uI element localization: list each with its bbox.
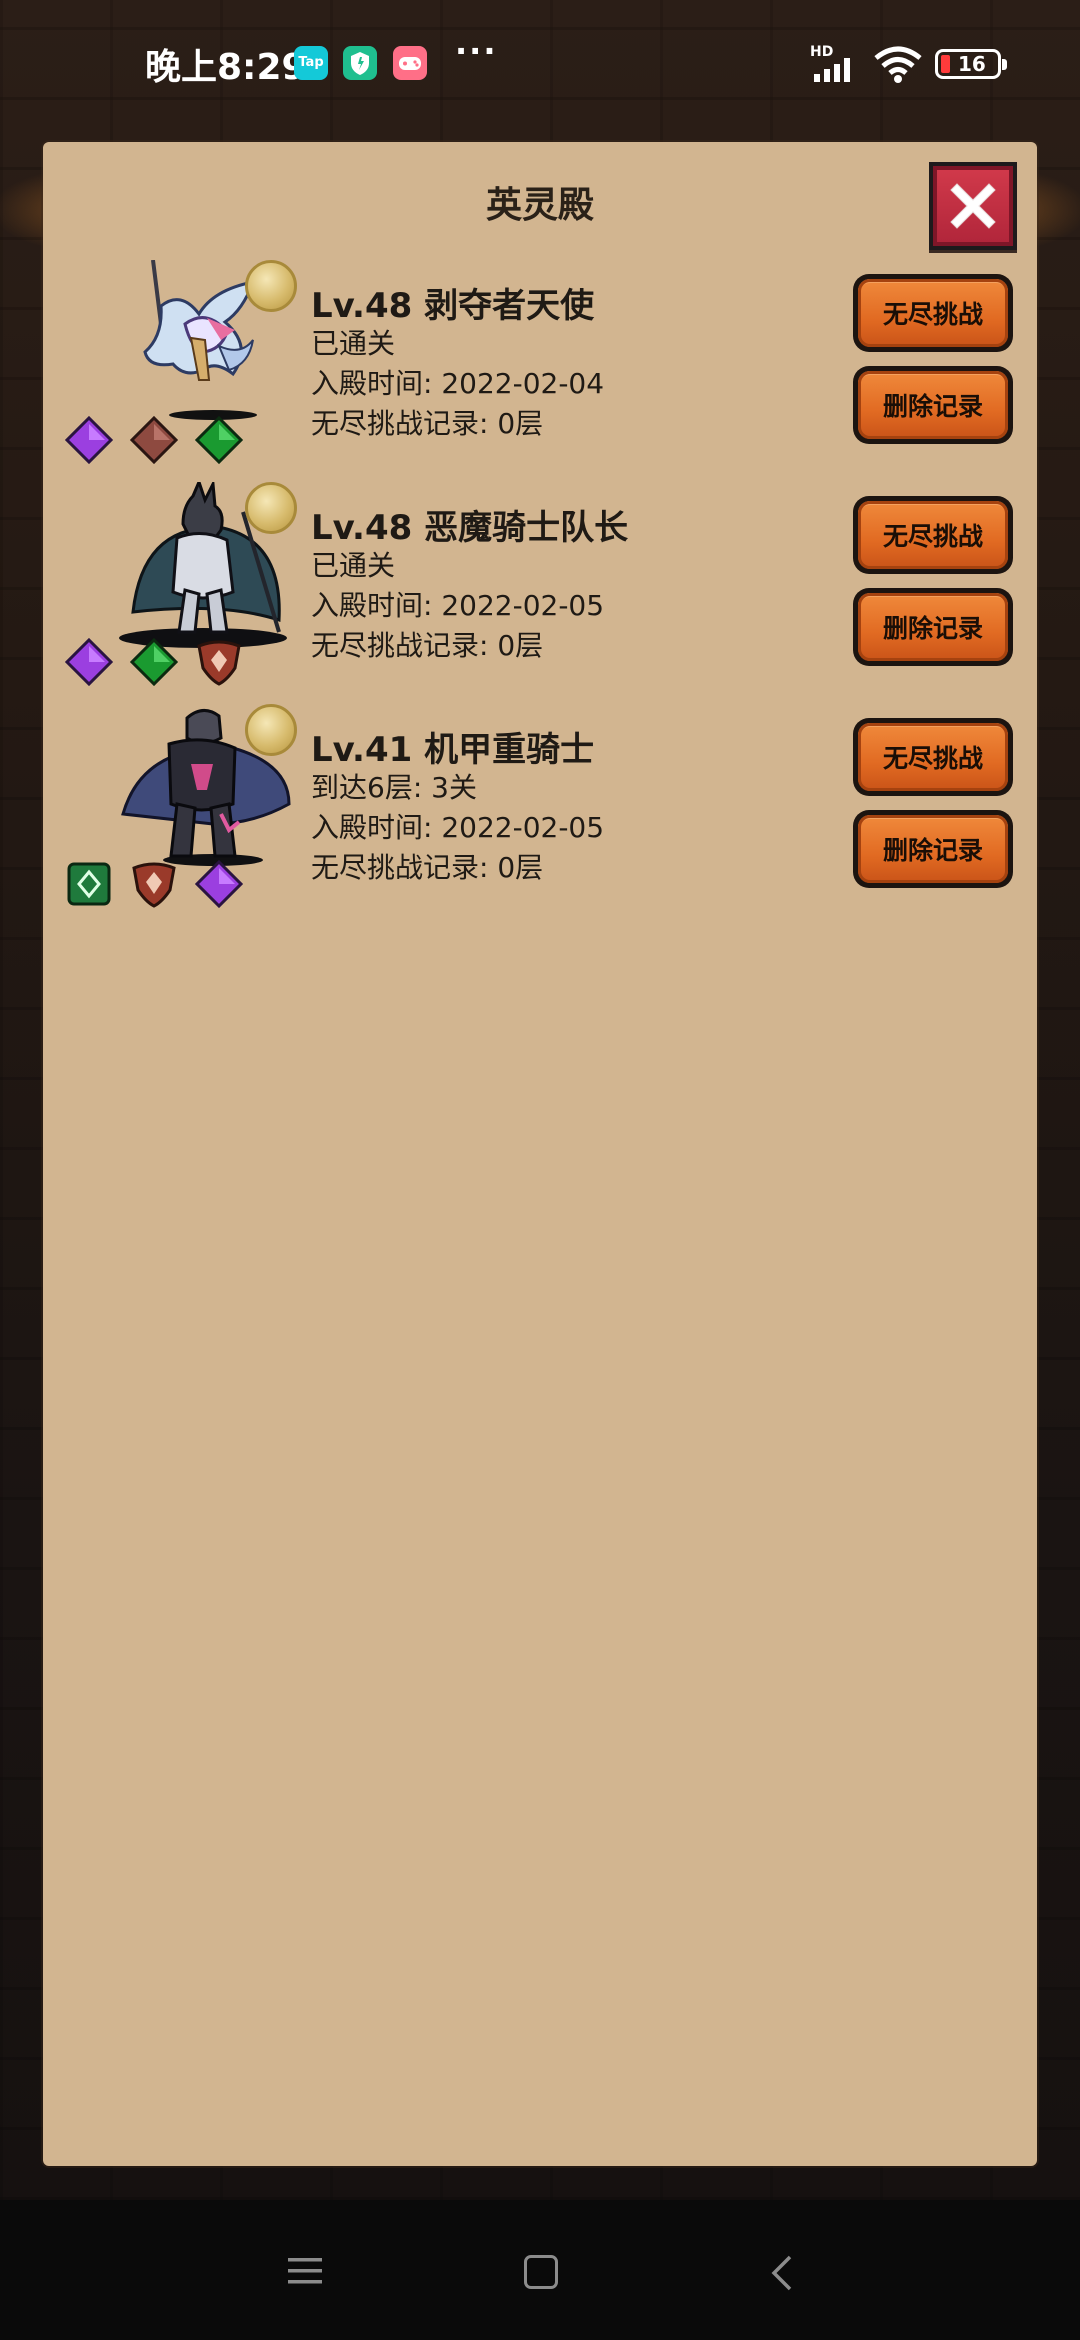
wifi-icon bbox=[874, 46, 922, 83]
hero-enter-time: 入殿时间: 2022-02-04 bbox=[311, 367, 605, 400]
status-time: 晚上8:29 bbox=[145, 47, 307, 88]
hero-row: Lv.41 机甲重骑士 到达6层: 3关 入殿时间: 2022-02-05 无尽… bbox=[43, 704, 1037, 926]
close-icon bbox=[950, 183, 996, 229]
battery-text: 16 bbox=[958, 52, 986, 76]
signal-icon bbox=[814, 58, 850, 82]
delete-record-label: 删除记录 bbox=[858, 593, 1008, 661]
hero-row: Lv.48 剥夺者天使 已通关 入殿时间: 2022-02-04 无尽挑战记录:… bbox=[43, 260, 1037, 482]
endless-challenge-label: 无尽挑战 bbox=[858, 501, 1008, 569]
magnify-icon[interactable] bbox=[245, 704, 297, 756]
hero-enter-time: 入殿时间: 2022-02-05 bbox=[311, 589, 605, 622]
home-icon[interactable] bbox=[524, 2255, 558, 2289]
hero-status: 到达6层: 3关 bbox=[311, 771, 477, 804]
shield-app-icon bbox=[343, 46, 377, 80]
delete-record-button[interactable]: 删除记录 bbox=[853, 588, 1013, 666]
purple-diamond-icon bbox=[195, 860, 243, 908]
purple-diamond-icon bbox=[65, 638, 113, 686]
hero-name: Lv.48 恶魔骑士队长 bbox=[311, 508, 629, 548]
endless-challenge-label: 无尽挑战 bbox=[858, 723, 1008, 791]
hall-of-heroes-panel: 英灵殿 Lv.48 剥夺者天使 已通关 入殿时间: 2022-02-04 无尽挑… bbox=[43, 142, 1037, 2166]
panel-title: 英灵殿 bbox=[485, 185, 594, 226]
close-button[interactable] bbox=[929, 162, 1017, 250]
red-shield-icon bbox=[132, 862, 176, 908]
back-icon[interactable] bbox=[766, 2255, 796, 2291]
game-app-icon bbox=[393, 46, 427, 80]
hero-status: 已通关 bbox=[311, 327, 396, 360]
hero-endless-record: 无尽挑战记录: 0层 bbox=[311, 407, 544, 440]
endless-challenge-label: 无尽挑战 bbox=[858, 279, 1008, 347]
battery-level bbox=[941, 55, 950, 73]
hero-endless-record: 无尽挑战记录: 0层 bbox=[311, 629, 544, 662]
tap-icon: Tap bbox=[294, 46, 328, 80]
brown-diamond-icon bbox=[130, 416, 178, 464]
hero-endless-record: 无尽挑战记录: 0层 bbox=[311, 851, 544, 884]
endless-challenge-button[interactable]: 无尽挑战 bbox=[853, 496, 1013, 574]
battery-icon: 16 bbox=[935, 49, 1007, 79]
endless-challenge-button[interactable]: 无尽挑战 bbox=[853, 718, 1013, 796]
magnify-icon[interactable] bbox=[245, 260, 297, 312]
red-shield-icon bbox=[197, 640, 241, 686]
hero-name: Lv.48 剥夺者天使 bbox=[311, 286, 595, 326]
endless-challenge-button[interactable]: 无尽挑战 bbox=[853, 274, 1013, 352]
status-bar: 晚上8:29 Tap ··· HD 16 bbox=[0, 0, 1080, 130]
delete-record-label: 删除记录 bbox=[858, 371, 1008, 439]
delete-record-button[interactable]: 删除记录 bbox=[853, 810, 1013, 888]
hero-enter-time: 入殿时间: 2022-02-05 bbox=[311, 811, 605, 844]
green-diamond-icon bbox=[195, 416, 243, 464]
delete-record-label: 删除记录 bbox=[858, 815, 1008, 883]
purple-diamond-icon bbox=[65, 416, 113, 464]
hero-row: Lv.48 恶魔骑士队长 已通关 入殿时间: 2022-02-05 无尽挑战记录… bbox=[43, 482, 1037, 704]
hero-name: Lv.41 机甲重骑士 bbox=[311, 730, 595, 770]
delete-record-button[interactable]: 删除记录 bbox=[853, 366, 1013, 444]
menu-icon[interactable] bbox=[288, 2256, 322, 2286]
magnify-icon[interactable] bbox=[245, 482, 297, 534]
hero-status: 已通关 bbox=[311, 549, 396, 582]
green-diamond-icon bbox=[130, 638, 178, 686]
green-card-icon bbox=[67, 862, 111, 906]
more-icon: ··· bbox=[455, 32, 498, 70]
